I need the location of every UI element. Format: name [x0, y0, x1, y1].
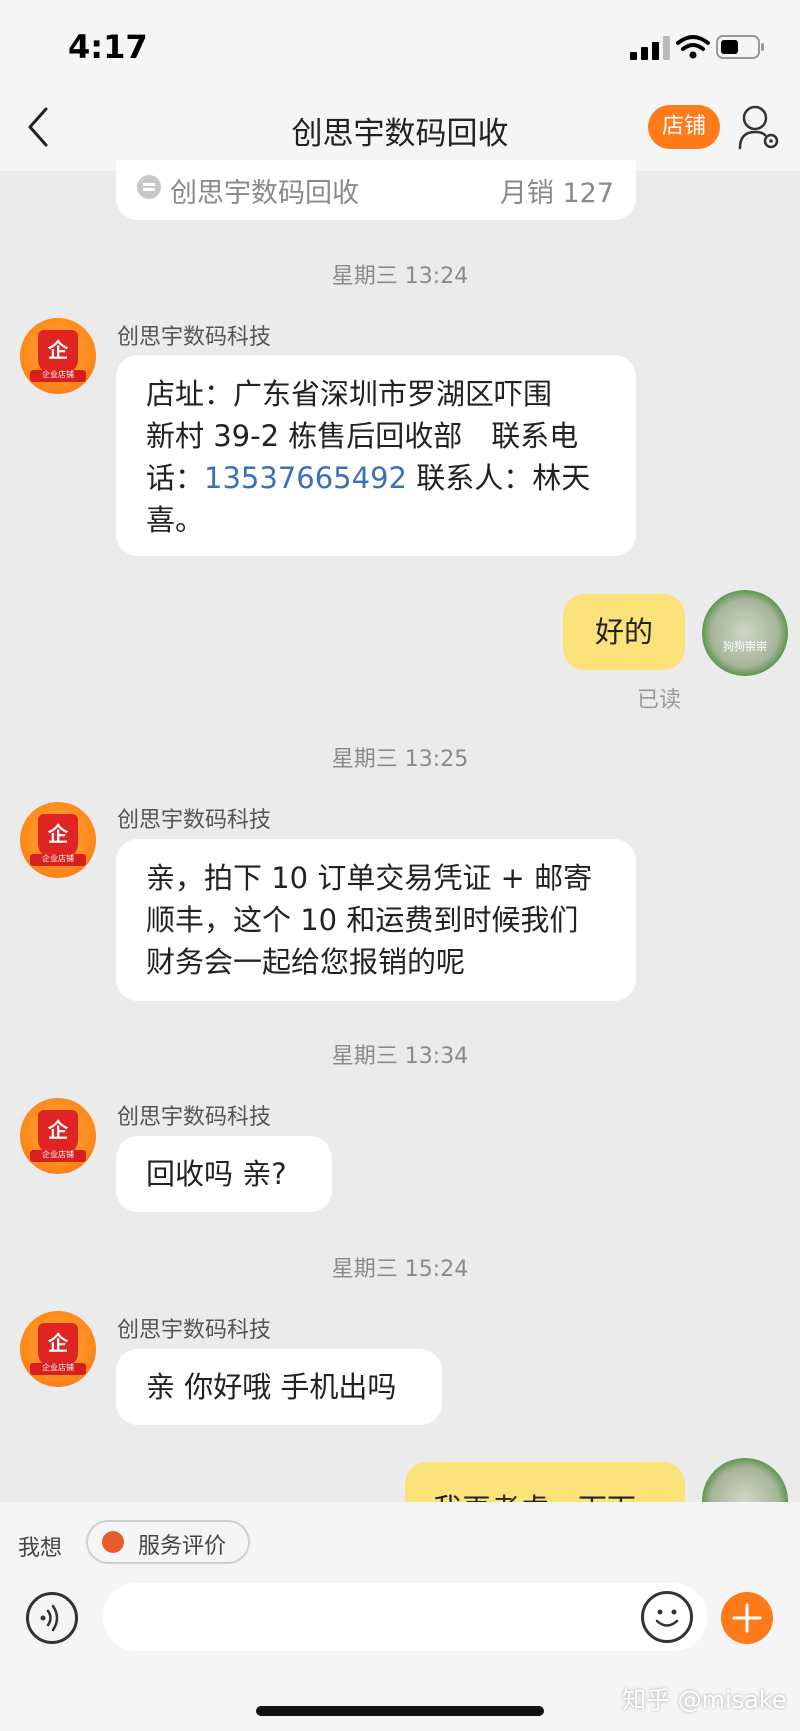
message-line: 话：13537665492 联系人：林天: [146, 461, 591, 495]
status-time: 4:17: [68, 28, 148, 66]
message-line: 新村 39-2 栋售后回收部 联系电: [146, 419, 579, 453]
timestamp: 星期三 15:24: [331, 1257, 469, 1282]
message-line: 店址：广东省深圳市罗湖区吓围: [146, 377, 553, 411]
voice-icon: [40, 1604, 59, 1632]
more-button[interactable]: [721, 1592, 773, 1644]
seller-avatar[interactable]: 企 企业店铺: [20, 1311, 96, 1387]
timestamp: 星期三 13:34: [331, 1044, 469, 1069]
message-bubble[interactable]: 店址：广东省深圳市罗湖区吓围 新村 39-2 栋售后回收部 联系电 话：1353…: [116, 355, 636, 556]
sender-name: 创思宇数码科技: [117, 1105, 272, 1130]
service-review-button[interactable]: 服务评价: [86, 1520, 250, 1564]
signal-icon: [630, 36, 670, 60]
plus-icon: [732, 1603, 762, 1633]
message-line: 喜。: [146, 503, 205, 537]
message-bubble[interactable]: 亲，拍下 10 订单交易凭证 + 邮寄 顺丰，这个 10 和运费到时候我们 财务…: [116, 839, 636, 1001]
seller-avatar[interactable]: 企 企业店铺: [20, 1098, 96, 1174]
seller-avatar[interactable]: 企 企业店铺: [20, 318, 96, 394]
message-line: 顺丰，这个 10 和运费到时候我们: [146, 903, 579, 937]
timestamp: 星期三 13:24: [331, 264, 469, 289]
shop-button[interactable]: 店铺: [648, 105, 720, 149]
sender-name: 创思宇数码科技: [117, 1318, 272, 1343]
wifi-icon: [676, 35, 710, 59]
seller-avatar[interactable]: 企 企业店铺: [20, 802, 96, 878]
enterprise-badge-icon: 企: [38, 814, 78, 858]
user-settings-icon[interactable]: [738, 104, 782, 152]
message-bubble[interactable]: 亲 你好哦 手机出吗: [116, 1349, 442, 1425]
message-bubble[interactable]: 回收吗 亲?: [116, 1136, 332, 1212]
wish-label: 我想: [18, 1536, 63, 1561]
shop-icon: [137, 175, 161, 199]
flower-icon: [102, 1531, 124, 1553]
service-review-label: 服务评价: [138, 1534, 227, 1559]
sender-name: 创思宇数码科技: [117, 325, 272, 350]
voice-button[interactable]: [26, 1592, 78, 1644]
phone-link[interactable]: 13537665492: [204, 461, 407, 495]
timestamp: 星期三 13:25: [331, 747, 469, 772]
home-indicator: [256, 1706, 544, 1716]
emoji-icon: [655, 1609, 679, 1627]
read-status: 已读: [637, 688, 682, 713]
shop-card-sales: 月销 127: [499, 178, 614, 209]
shop-card[interactable]: 创思宇数码回收 月销 127: [116, 160, 636, 220]
shop-card-name: 创思宇数码回收: [170, 178, 359, 209]
message-input[interactable]: [103, 1583, 707, 1651]
battery-icon: [716, 35, 764, 59]
emoji-button[interactable]: [641, 1591, 693, 1643]
user-avatar[interactable]: 狗狗崇崇: [702, 590, 788, 676]
message-line: 财务会一起给您报销的呢: [146, 945, 466, 979]
watermark: 知乎 @misake: [622, 1686, 787, 1714]
enterprise-badge-icon: 企: [38, 1323, 78, 1367]
my-message-bubble[interactable]: 好的: [563, 594, 685, 670]
enterprise-badge-icon: 企: [38, 1110, 78, 1154]
sender-name: 创思宇数码科技: [117, 808, 272, 833]
enterprise-badge-icon: 企: [38, 330, 78, 374]
message-line: 亲，拍下 10 订单交易凭证 + 邮寄: [146, 861, 593, 895]
